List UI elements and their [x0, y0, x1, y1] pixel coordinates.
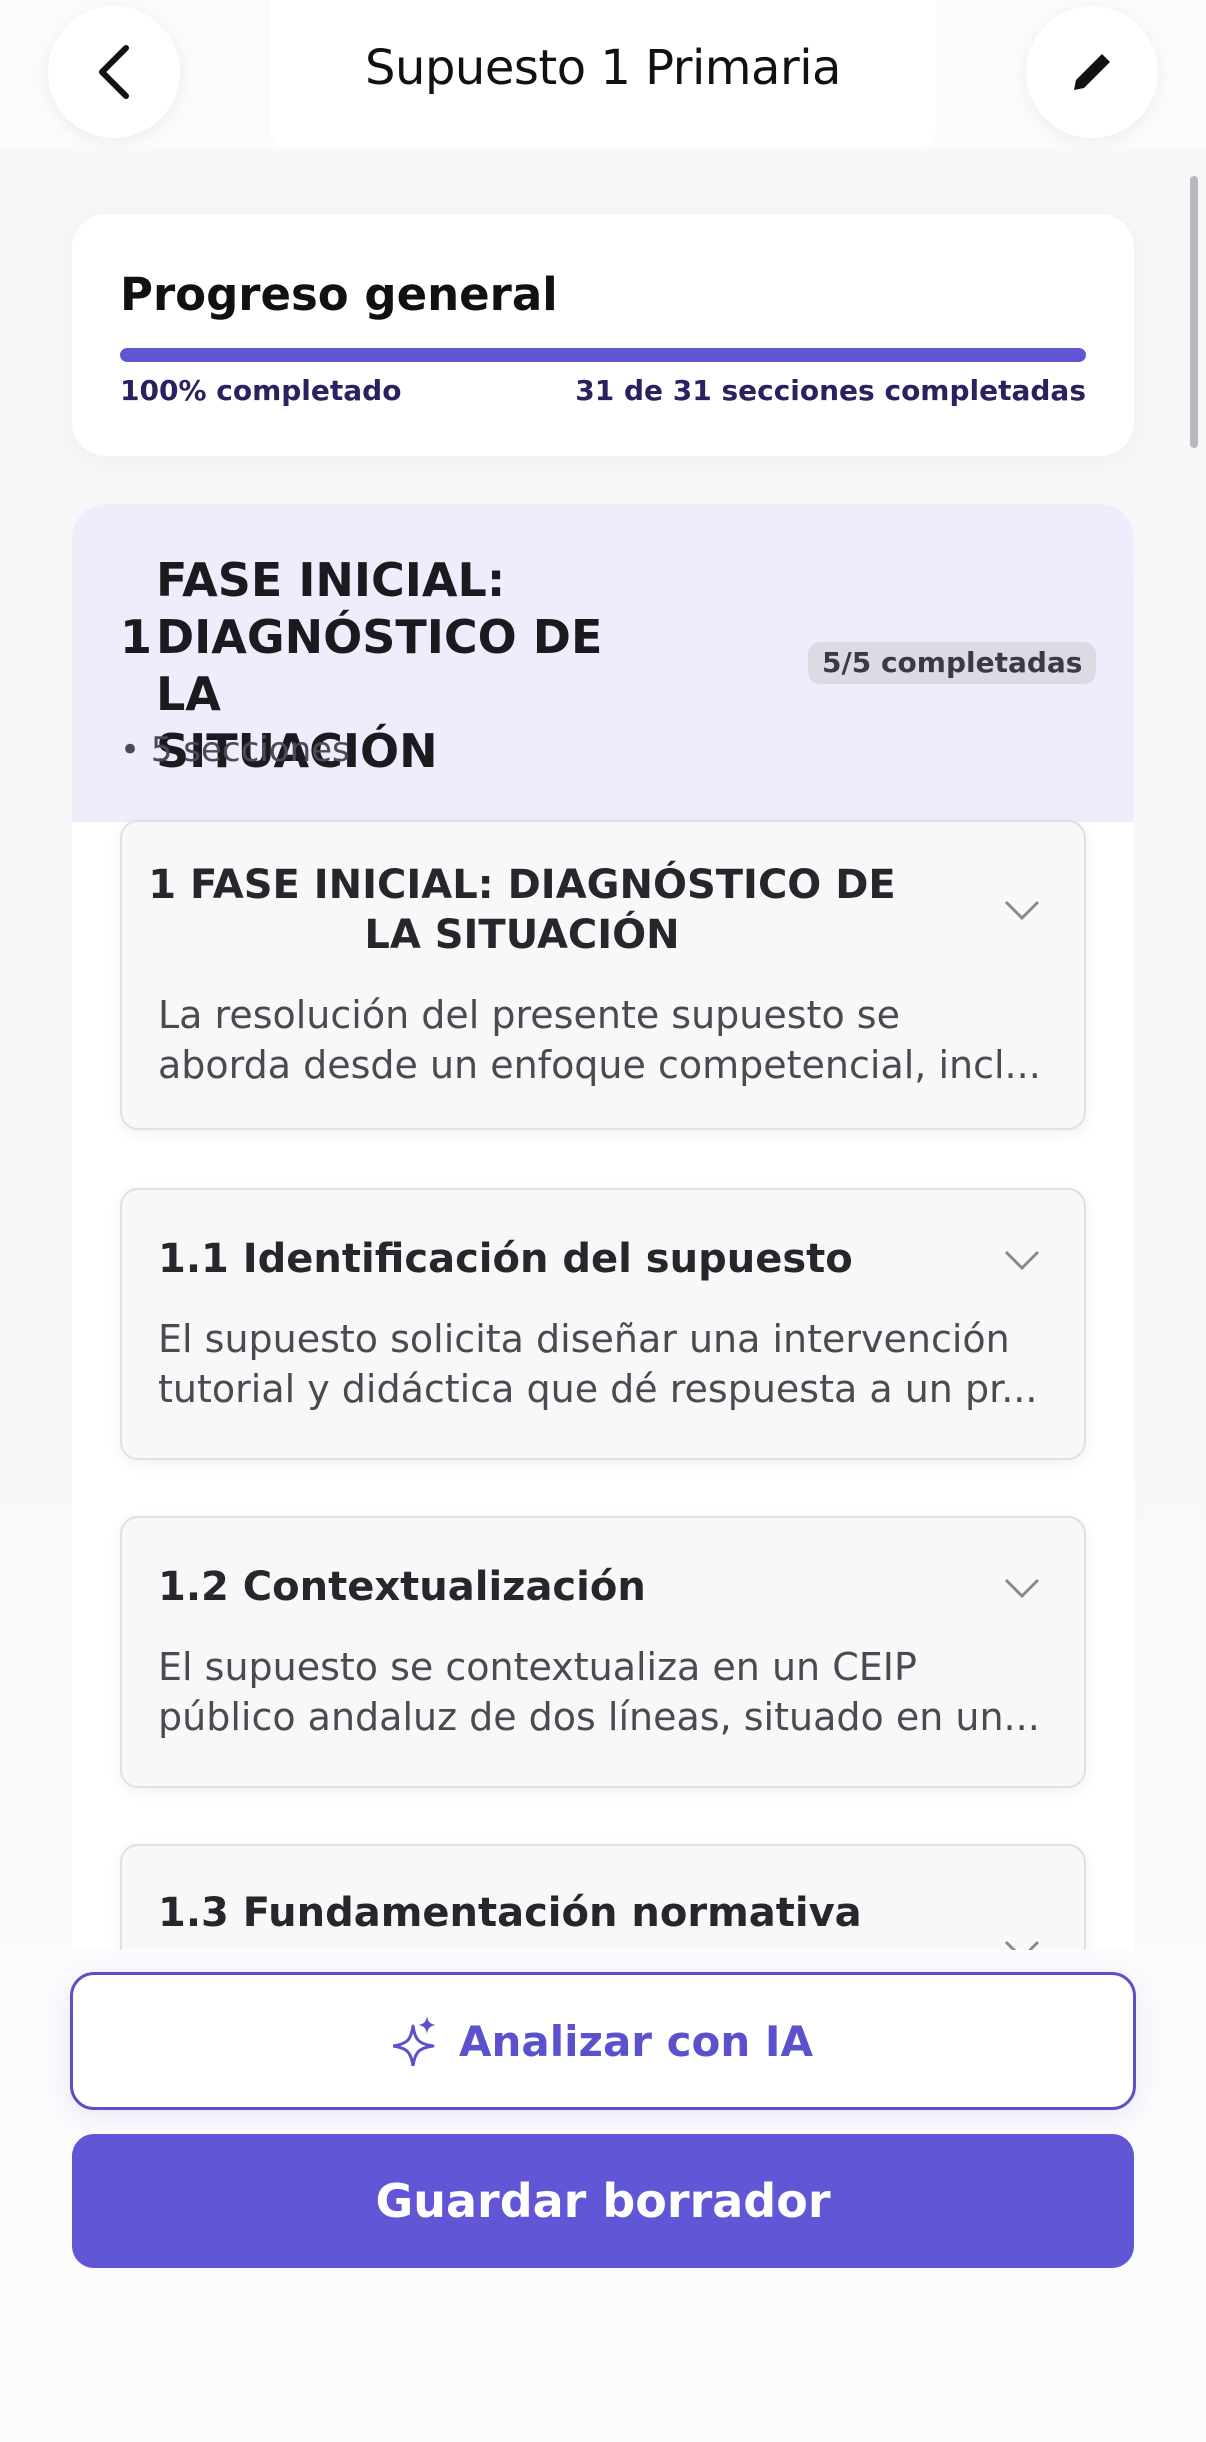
chevron-down-icon[interactable] [1002, 1576, 1042, 1600]
progress-card: Progreso general 100% completado 31 de 3… [72, 214, 1134, 456]
analyze-ai-label: Analizar con IA [458, 2016, 814, 2066]
section-description: El supuesto solicita diseñar una interve… [158, 1314, 1058, 1414]
section-description-line: aborda desde un enfoque competencial, in… [158, 1043, 1041, 1087]
phase-title-line: DIAGNÓSTICO DE LA [156, 610, 603, 721]
section-description: La resolución del presente supuesto se a… [158, 990, 1058, 1090]
edit-button[interactable] [1026, 6, 1158, 138]
sparkles-icon [392, 2016, 436, 2066]
phase-sections-count: • 5 secciones [120, 730, 350, 770]
chevron-down-icon[interactable] [1002, 898, 1042, 922]
section-card[interactable]: 1.1 Identificación del supuesto El supue… [120, 1188, 1086, 1460]
section-card[interactable]: 1 FASE INICIAL: DIAGNÓSTICO DE LA SITUAC… [120, 820, 1086, 1130]
save-draft-label: Guardar borrador [375, 2174, 831, 2228]
section-title: 1.1 Identificación del supuesto [158, 1236, 853, 1282]
scrollbar[interactable] [1190, 176, 1198, 448]
phase-title-line: FASE INICIAL: [156, 553, 506, 607]
section-description-line: El supuesto solicita diseñar una interve… [158, 1317, 1010, 1361]
section-title: 1.3 Fundamentación normativa [158, 1890, 862, 1936]
phase-number: 1 [120, 610, 153, 664]
progress-title: Progreso general [120, 268, 558, 321]
pencil-icon [1074, 51, 1113, 90]
analyze-ai-button[interactable]: Analizar con IA [70, 1972, 1136, 2110]
section-title: 1.2 Contextualización [158, 1564, 646, 1610]
progress-percent-label: 100% completado [120, 374, 402, 407]
section-description-line: tutorial y didáctica que dé respuesta a … [158, 1367, 1038, 1411]
chevron-down-icon[interactable] [1002, 1248, 1042, 1272]
section-title: 1 FASE INICIAL: DIAGNÓSTICO DE LA SITUAC… [122, 860, 922, 960]
section-description-line: La resolución del presente supuesto se [158, 993, 900, 1037]
section-description-line: público andaluz de dos líneas, situado e… [158, 1695, 1040, 1739]
section-title-line: LA SITUACIÓN [364, 912, 680, 958]
section-description-line: El supuesto se contextualiza en un CEIP [158, 1645, 917, 1689]
header: Supuesto 1 Primaria [0, 0, 1206, 150]
save-draft-button[interactable]: Guardar borrador [72, 2134, 1134, 2268]
status-badge: 5/5 completadas [808, 642, 1097, 684]
section-title-line: 1 FASE INICIAL: DIAGNÓSTICO DE [148, 862, 896, 908]
progress-bar [120, 348, 1086, 362]
progress-fill [120, 348, 1086, 362]
phase-header[interactable]: 1 FASE INICIAL: DIAGNÓSTICO DE LA SITUAC… [72, 504, 1134, 822]
section-card[interactable]: 1.2 Contextualización El supuesto se con… [120, 1516, 1086, 1788]
section-description: El supuesto se contextualiza en un CEIP … [158, 1642, 1058, 1742]
progress-sections-label: 31 de 31 secciones completadas [575, 374, 1086, 407]
